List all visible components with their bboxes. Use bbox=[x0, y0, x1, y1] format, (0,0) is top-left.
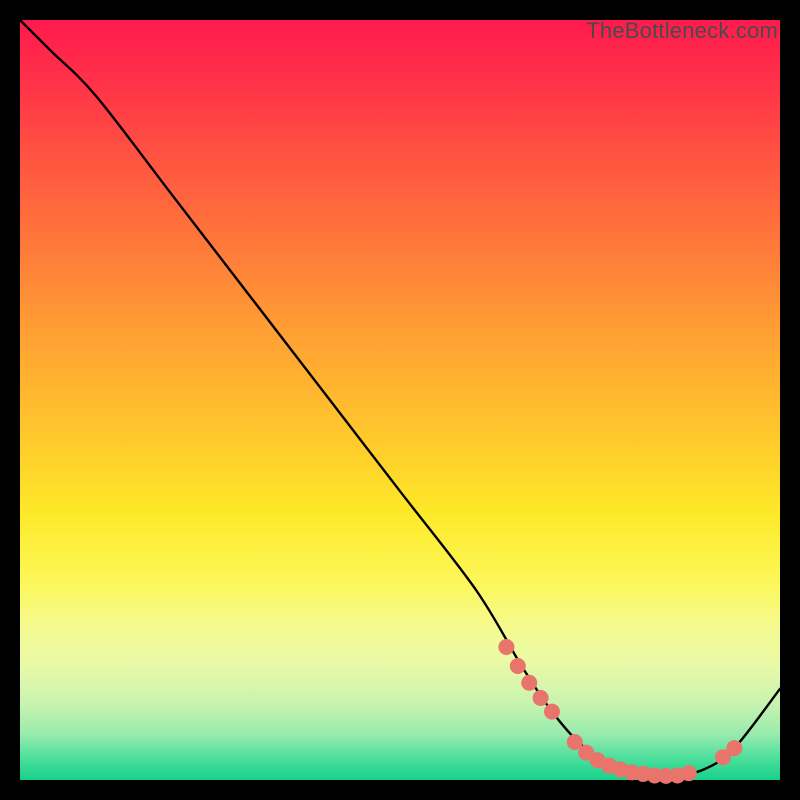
curve-marker bbox=[510, 658, 526, 674]
curve-marker bbox=[533, 690, 549, 706]
curve-marker bbox=[681, 765, 697, 781]
bottleneck-curve bbox=[20, 20, 780, 776]
curve-marker bbox=[544, 704, 560, 720]
chart-svg bbox=[20, 20, 780, 780]
chart-plot-area: TheBottleneck.com bbox=[20, 20, 780, 780]
chart-stage: TheBottleneck.com bbox=[0, 0, 800, 800]
curve-marker bbox=[521, 675, 537, 691]
curve-marker bbox=[498, 639, 514, 655]
curve-marker bbox=[726, 740, 742, 756]
curve-markers bbox=[498, 639, 742, 784]
